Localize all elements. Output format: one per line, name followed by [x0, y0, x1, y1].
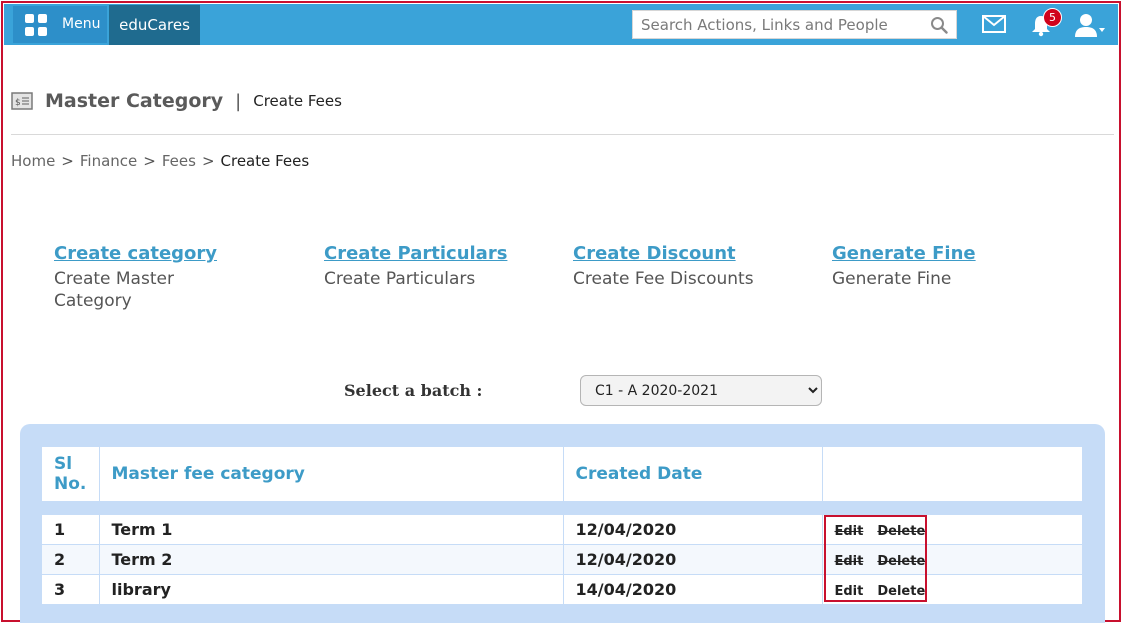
- header-sl-no: Sl No.: [42, 447, 100, 501]
- edit-button[interactable]: Edit: [835, 524, 864, 539]
- fees-icon: $: [11, 92, 33, 110]
- cell-actions: Edit Delete: [822, 513, 1082, 544]
- edit-button[interactable]: Edit: [835, 584, 864, 599]
- breadcrumb-fees[interactable]: Fees: [162, 152, 196, 170]
- cell-sl: 2: [42, 543, 100, 574]
- quick-link-generate-fine: Generate Fine Generate Fine: [832, 243, 976, 290]
- quick-link-create-particulars: Create Particulars Create Particulars: [324, 243, 507, 290]
- cell-category: Term 1: [99, 513, 564, 544]
- top-navbar: Menu eduCares 5: [4, 4, 1118, 45]
- delete-button[interactable]: Delete: [877, 524, 925, 539]
- generate-fine-link[interactable]: Generate Fine: [832, 243, 976, 264]
- create-category-desc: Create Master Category: [54, 269, 174, 311]
- search-input[interactable]: [633, 11, 923, 38]
- menu-button[interactable]: Menu: [13, 6, 107, 43]
- header-divider: [11, 134, 1114, 135]
- breadcrumb-separator: >: [201, 152, 215, 170]
- cell-sl: 1: [42, 513, 100, 544]
- table-row: 2 Term 2 12/04/2020 Edit Delete: [42, 543, 1082, 574]
- search-box: [632, 10, 957, 39]
- cell-category: Term 2: [99, 543, 564, 574]
- title-separator: |: [235, 90, 242, 112]
- quick-link-create-category: Create category Create Master Category: [54, 243, 217, 312]
- cell-sl: 3: [42, 573, 100, 604]
- edit-button[interactable]: Edit: [835, 554, 864, 569]
- delete-button[interactable]: Delete: [877, 554, 925, 569]
- breadcrumb-separator: >: [61, 152, 74, 170]
- notification-badge: 5: [1043, 8, 1062, 27]
- table-row: 1 Term 1 12/04/2020 Edit Delete: [42, 513, 1082, 544]
- menu-label: Menu: [62, 16, 101, 32]
- breadcrumb-home[interactable]: Home: [11, 152, 55, 170]
- page-title: Master Category: [45, 90, 224, 112]
- page-header: $ Master Category | Create Fees: [11, 88, 342, 114]
- quick-link-create-discount: Create Discount Create Fee Discounts: [573, 243, 754, 290]
- header-created-date: Created Date: [563, 447, 823, 501]
- cell-actions: Edit Delete: [822, 543, 1082, 574]
- fee-category-table: Sl No. Master fee category Created Date …: [42, 447, 1082, 604]
- header-master-fee-category: Master fee category: [99, 447, 564, 501]
- table-row: 3 library 14/04/2020 Edit Delete: [42, 573, 1082, 604]
- create-discount-desc: Create Fee Discounts: [573, 269, 754, 289]
- cell-date: 12/04/2020: [563, 513, 823, 544]
- brand-tab[interactable]: eduCares: [109, 5, 200, 45]
- user-icon[interactable]: [1072, 12, 1106, 38]
- create-category-link[interactable]: Create category: [54, 243, 217, 264]
- cell-date: 12/04/2020: [563, 543, 823, 574]
- page-subtitle: Create Fees: [253, 92, 342, 110]
- svg-text:$: $: [15, 98, 21, 108]
- cell-actions: Edit Delete: [822, 573, 1082, 604]
- search-icon[interactable]: [930, 16, 948, 34]
- cell-category: library: [99, 573, 564, 604]
- batch-label: Select a batch :: [344, 381, 483, 400]
- batch-select[interactable]: C1 - A 2020-2021: [580, 375, 822, 406]
- create-particulars-link[interactable]: Create Particulars: [324, 243, 507, 264]
- mail-icon[interactable]: [982, 15, 1006, 33]
- breadcrumb-finance[interactable]: Finance: [80, 152, 137, 170]
- menu-grid-icon: [25, 14, 47, 36]
- cell-date: 14/04/2020: [563, 573, 823, 604]
- delete-button[interactable]: Delete: [877, 584, 925, 599]
- create-discount-link[interactable]: Create Discount: [573, 243, 754, 264]
- breadcrumb-current: Create Fees: [220, 152, 310, 170]
- header-actions: [822, 447, 1082, 501]
- generate-fine-desc: Generate Fine: [832, 269, 952, 289]
- breadcrumb-separator: >: [143, 152, 156, 170]
- create-particulars-desc: Create Particulars: [324, 269, 476, 289]
- table-spacer: [42, 501, 1082, 514]
- breadcrumb: Home > Finance > Fees > Create Fees: [11, 152, 309, 170]
